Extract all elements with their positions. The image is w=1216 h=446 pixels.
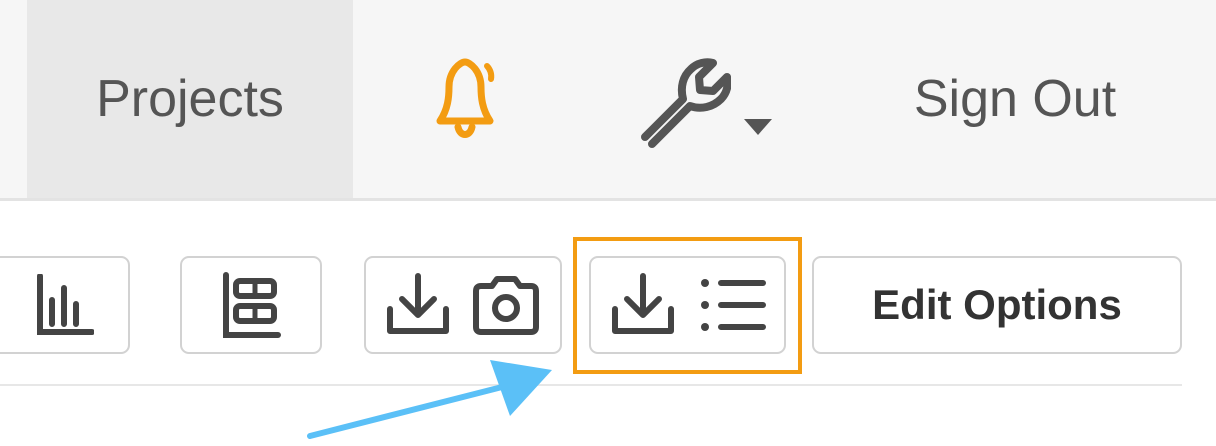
download-icon bbox=[384, 271, 452, 339]
camera-icon bbox=[470, 275, 542, 335]
topbar-divider bbox=[0, 198, 1216, 201]
sign-out-link[interactable]: Sign Out bbox=[860, 0, 1170, 198]
bar-chart-icon bbox=[16, 274, 94, 336]
wrench-icon bbox=[627, 47, 731, 151]
caret-down-icon bbox=[743, 117, 773, 137]
edit-options-button[interactable]: Edit Options bbox=[812, 256, 1182, 354]
nav-projects[interactable]: Projects bbox=[27, 0, 353, 198]
toolbar-divider bbox=[0, 384, 1182, 386]
layout-icon bbox=[218, 272, 284, 338]
notifications-button[interactable] bbox=[400, 0, 530, 198]
pointer-arrow-annotation bbox=[300, 350, 570, 446]
highlight-annotation bbox=[573, 237, 802, 374]
nav-projects-label: Projects bbox=[96, 70, 284, 128]
edit-options-label: Edit Options bbox=[872, 281, 1122, 328]
nav-left-edge bbox=[0, 0, 27, 198]
layout-button[interactable] bbox=[180, 256, 322, 354]
download-image-button[interactable] bbox=[364, 256, 562, 354]
tools-menu-button[interactable] bbox=[600, 0, 800, 198]
bell-icon bbox=[415, 49, 515, 149]
sign-out-label: Sign Out bbox=[913, 70, 1117, 128]
bar-chart-button[interactable] bbox=[0, 256, 130, 354]
